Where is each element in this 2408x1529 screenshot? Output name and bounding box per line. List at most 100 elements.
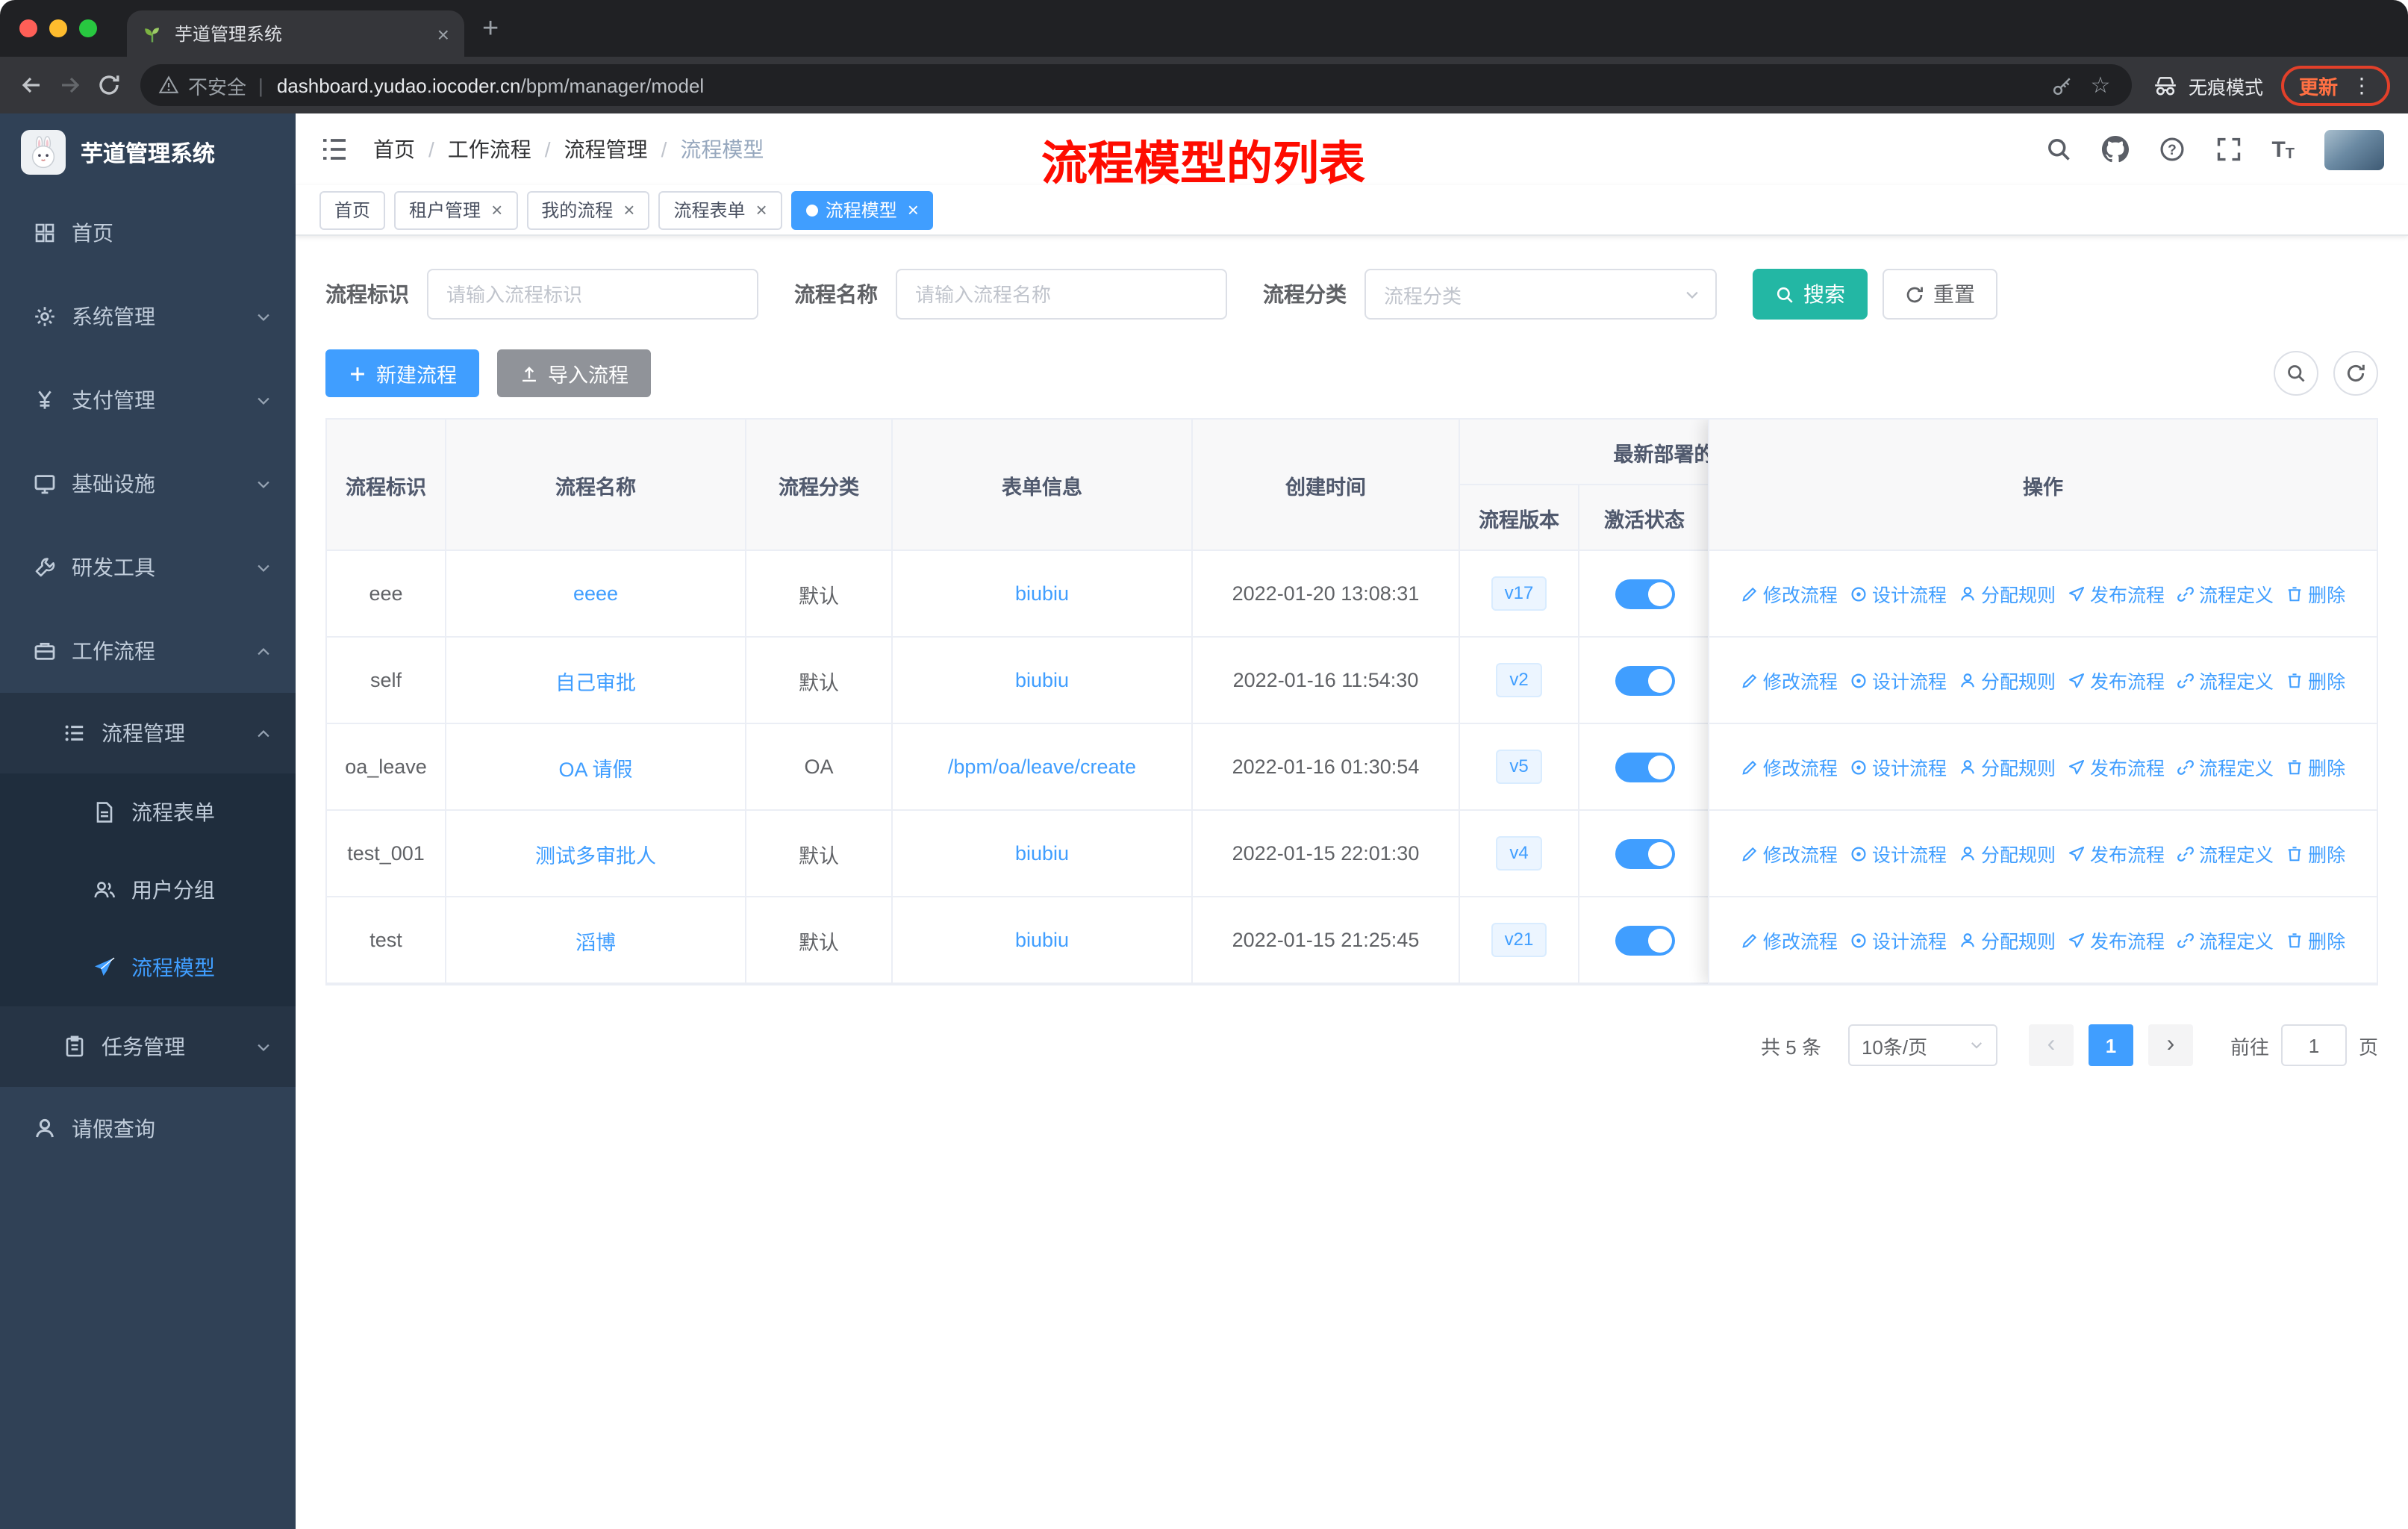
browser-tab[interactable]: 芋道管理系统 × bbox=[127, 10, 464, 57]
action-publish-process[interactable]: 发布流程 bbox=[2068, 666, 2165, 694]
action-design-process[interactable]: 设计流程 bbox=[1850, 839, 1947, 868]
sidebar-item-leave-query[interactable]: 请假查询 bbox=[0, 1087, 296, 1171]
close-window-button[interactable] bbox=[19, 19, 37, 37]
sidebar-item-process-model[interactable]: 流程模型 bbox=[0, 929, 296, 1006]
process-category-select[interactable]: 流程分类 bbox=[1364, 269, 1717, 320]
sidebar-item-user-group[interactable]: 用户分组 bbox=[0, 851, 296, 929]
action-edit-process[interactable]: 修改流程 bbox=[1741, 579, 1838, 608]
address-bar[interactable]: 不安全 | dashboard.yudao.iocoder.cn/bpm/man… bbox=[140, 64, 2132, 106]
action-edit-process[interactable]: 修改流程 bbox=[1741, 753, 1838, 781]
page-1-button[interactable]: 1 bbox=[2088, 1024, 2133, 1066]
prev-page-button[interactable]: ‹ bbox=[2028, 1024, 2074, 1066]
action-delete[interactable]: 删除 bbox=[2286, 926, 2345, 954]
sidebar-item-process-mgmt[interactable]: 流程管理 bbox=[0, 693, 296, 773]
model-name-link[interactable]: OA 请假 bbox=[558, 758, 632, 780]
tag-tenant-mgmt[interactable]: 租户管理 × bbox=[394, 190, 518, 229]
tag-process-model[interactable]: 流程模型 × bbox=[790, 190, 934, 229]
action-design-process[interactable]: 设计流程 bbox=[1850, 753, 1947, 781]
font-size-icon[interactable]: TT bbox=[2271, 137, 2295, 162]
breadcrumb-home[interactable]: 首页 bbox=[373, 134, 415, 164]
active-switch[interactable] bbox=[1615, 579, 1674, 608]
action-process-definition[interactable]: 流程定义 bbox=[2177, 579, 2274, 608]
form-info-link[interactable]: /bpm/oa/leave/create bbox=[948, 756, 1136, 778]
action-delete[interactable]: 删除 bbox=[2286, 839, 2345, 868]
action-edit-process[interactable]: 修改流程 bbox=[1741, 839, 1838, 868]
action-assign-rule[interactable]: 分配规则 bbox=[1959, 926, 2056, 954]
new-tab-button[interactable]: + bbox=[482, 13, 499, 46]
sidebar-logo[interactable]: 芋道管理系统 bbox=[0, 113, 296, 191]
page-size-select[interactable]: 10条/页 bbox=[1847, 1024, 1997, 1066]
action-design-process[interactable]: 设计流程 bbox=[1850, 666, 1947, 694]
action-delete[interactable]: 删除 bbox=[2286, 753, 2345, 781]
action-edit-process[interactable]: 修改流程 bbox=[1741, 926, 1838, 954]
sidebar-item-system-mgmt[interactable]: 系统管理 bbox=[0, 275, 296, 358]
back-button[interactable] bbox=[12, 66, 51, 105]
active-switch[interactable] bbox=[1615, 838, 1674, 868]
search-button[interactable]: 搜索 bbox=[1753, 269, 1868, 320]
sidebar-item-task-mgmt[interactable]: 任务管理 bbox=[0, 1006, 296, 1087]
action-publish-process[interactable]: 发布流程 bbox=[2068, 753, 2165, 781]
sidebar-item-process-form[interactable]: 流程表单 bbox=[0, 773, 296, 851]
next-page-button[interactable]: › bbox=[2147, 1024, 2193, 1066]
model-name-link[interactable]: eeee bbox=[573, 582, 618, 605]
sidebar-item-workflow[interactable]: 工作流程 bbox=[0, 609, 296, 693]
goto-page-input[interactable] bbox=[2280, 1024, 2347, 1066]
password-key-icon[interactable] bbox=[2050, 74, 2077, 96]
model-name-link[interactable]: 自己审批 bbox=[555, 671, 636, 694]
tag-my-process[interactable]: 我的流程 × bbox=[526, 190, 650, 229]
tab-close-icon[interactable]: × bbox=[437, 23, 449, 44]
action-delete[interactable]: 删除 bbox=[2286, 666, 2345, 694]
security-indicator[interactable]: 不安全 | bbox=[158, 71, 266, 99]
model-name-link[interactable]: 测试多审批人 bbox=[535, 844, 656, 867]
action-publish-process[interactable]: 发布流程 bbox=[2068, 839, 2165, 868]
form-info-link[interactable]: biubiu bbox=[1015, 842, 1069, 865]
bookmark-star-icon[interactable]: ☆ bbox=[2087, 72, 2114, 99]
action-assign-rule[interactable]: 分配规则 bbox=[1959, 666, 2056, 694]
sidebar-item-home[interactable]: 首页 bbox=[0, 191, 296, 275]
active-switch[interactable] bbox=[1615, 752, 1674, 782]
github-icon[interactable] bbox=[2101, 136, 2128, 163]
action-publish-process[interactable]: 发布流程 bbox=[2068, 926, 2165, 954]
refresh-table-button[interactable] bbox=[2333, 351, 2378, 396]
sidebar-item-payment-mgmt[interactable]: 支付管理 bbox=[0, 358, 296, 442]
tag-close-icon[interactable]: × bbox=[491, 200, 502, 219]
tag-close-icon[interactable]: × bbox=[623, 200, 634, 219]
action-process-definition[interactable]: 流程定义 bbox=[2177, 666, 2274, 694]
action-design-process[interactable]: 设计流程 bbox=[1850, 926, 1947, 954]
search-icon[interactable] bbox=[2044, 136, 2071, 163]
breadcrumb-process-mgmt[interactable]: 流程管理 bbox=[564, 134, 648, 164]
process-name-input[interactable] bbox=[896, 269, 1227, 320]
import-process-button[interactable]: 导入流程 bbox=[497, 349, 651, 397]
breadcrumb-workflow[interactable]: 工作流程 bbox=[448, 134, 531, 164]
active-switch[interactable] bbox=[1615, 925, 1674, 955]
fullscreen-icon[interactable] bbox=[2215, 136, 2242, 163]
form-info-link[interactable]: biubiu bbox=[1015, 929, 1069, 951]
action-edit-process[interactable]: 修改流程 bbox=[1741, 666, 1838, 694]
more-menu-icon[interactable]: ⋮ bbox=[2351, 72, 2372, 98]
action-process-definition[interactable]: 流程定义 bbox=[2177, 839, 2274, 868]
avatar[interactable] bbox=[2324, 129, 2384, 169]
action-assign-rule[interactable]: 分配规则 bbox=[1959, 753, 2056, 781]
help-icon[interactable] bbox=[2158, 136, 2185, 163]
sidebar-item-infrastructure[interactable]: 基础设施 bbox=[0, 442, 296, 526]
action-assign-rule[interactable]: 分配规则 bbox=[1959, 839, 2056, 868]
sidebar-item-dev-tools[interactable]: 研发工具 bbox=[0, 526, 296, 609]
reload-button[interactable] bbox=[90, 66, 128, 105]
action-publish-process[interactable]: 发布流程 bbox=[2068, 579, 2165, 608]
form-info-link[interactable]: biubiu bbox=[1015, 669, 1069, 691]
browser-update-menu[interactable]: 更新 ⋮ bbox=[2280, 65, 2390, 105]
sidebar-collapse-icon[interactable] bbox=[319, 134, 349, 164]
action-design-process[interactable]: 设计流程 bbox=[1850, 579, 1947, 608]
toggle-search-button[interactable] bbox=[2274, 351, 2318, 396]
tag-close-icon[interactable]: × bbox=[908, 200, 919, 219]
create-process-button[interactable]: 新建流程 bbox=[325, 349, 479, 397]
tag-home[interactable]: 首页 bbox=[319, 190, 386, 229]
action-process-definition[interactable]: 流程定义 bbox=[2177, 753, 2274, 781]
zoom-window-button[interactable] bbox=[79, 19, 97, 37]
model-name-link[interactable]: 滔博 bbox=[576, 931, 616, 953]
reset-button[interactable]: 重置 bbox=[1883, 269, 1997, 320]
active-switch[interactable] bbox=[1615, 665, 1674, 695]
tag-close-icon[interactable]: × bbox=[756, 200, 767, 219]
tag-process-form[interactable]: 流程表单 × bbox=[658, 190, 782, 229]
action-process-definition[interactable]: 流程定义 bbox=[2177, 926, 2274, 954]
